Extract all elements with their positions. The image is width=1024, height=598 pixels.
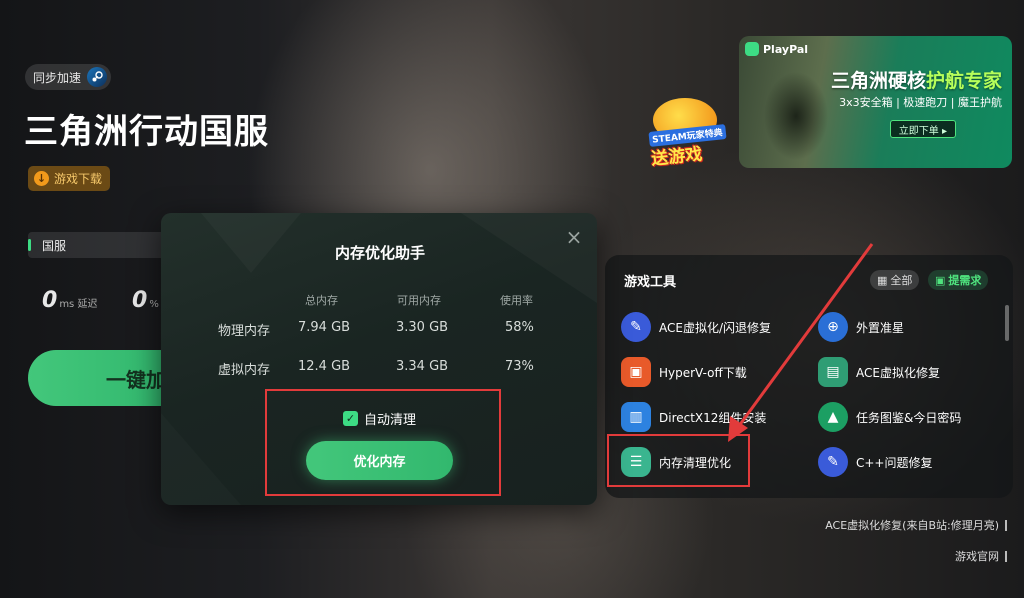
playpal-ad-banner[interactable]: PlayPal 三角洲硬核护航专家 3x3安全箱 | 极速跑刀 | 魔王护航 立… [739, 36, 1012, 168]
download-icon: ↓ [34, 171, 49, 186]
header-available: 可用内存 [397, 294, 441, 307]
playpal-brand-text: PlayPal [763, 42, 809, 56]
row-physical-available: 3.30 GB [396, 320, 449, 335]
tools-request-label: 提需求 [948, 274, 982, 287]
ad-subtitle: 3x3安全箱 | 极速跑刀 | 魔王护航 [839, 96, 1002, 109]
package-icon: ▥ [621, 402, 651, 432]
soldier-image [751, 56, 837, 168]
ad-headline: 三角洲硬核护航专家 [831, 66, 1002, 93]
sync-label: 同步加速 [33, 70, 82, 85]
tools-request-button[interactable]: ▣ 提需求 [928, 270, 989, 290]
row-virtual-total: 12.4 GB [298, 359, 351, 374]
row-virtual-label: 虚拟内存 [218, 363, 271, 378]
tool-cpp-fix[interactable]: ✎ C++问题修复 [818, 447, 933, 477]
game-download-button[interactable]: ↓ 游戏下载 [28, 166, 111, 191]
ad-order-button[interactable]: 立即下单 ▸ [889, 120, 956, 138]
row-physical-label: 物理内存 [218, 324, 271, 339]
ad-headline-b: 护航专家 [925, 70, 1002, 92]
game-title: 三角洲行动国服 [24, 112, 269, 152]
row-virtual-usage: 73% [505, 359, 534, 374]
ad-headline-a: 三角洲硬核 [830, 70, 926, 92]
tools-scrollbar[interactable] [1005, 305, 1009, 341]
footer-link-official-site[interactable]: 游戏官网 [955, 548, 1007, 564]
download-box-icon: ▣ [621, 357, 651, 387]
playpal-brand: PlayPal [745, 42, 808, 56]
dialog-title: 内存优化助手 [334, 244, 425, 262]
tool-label: C++问题修复 [856, 455, 933, 470]
header-total: 总内存 [305, 294, 338, 307]
divider [1005, 550, 1007, 562]
latency-value: 0 [42, 288, 58, 313]
sync-accelerate-toggle[interactable]: 同步加速 [25, 64, 112, 90]
tools-all-label: 全部 [890, 274, 913, 287]
row-physical-total: 7.94 GB [298, 320, 351, 335]
loss-unit: % [149, 299, 159, 310]
latency-stat: 0 ms 延迟 [42, 288, 97, 313]
header-usage: 使用率 [500, 294, 533, 307]
playpal-logo-icon [745, 42, 759, 56]
annotation-highlight-box [265, 389, 501, 496]
wrench-icon: ✎ [621, 312, 651, 342]
row-virtual-available: 3.34 GB [396, 359, 449, 374]
loss-value: 0 [132, 288, 148, 313]
tools-title: 游戏工具 [624, 275, 677, 290]
promo-line2: 送游戏 [650, 144, 704, 170]
latency-unit: ms 延迟 [59, 299, 98, 310]
close-icon[interactable]: × [564, 227, 584, 248]
row-physical-usage: 58% [505, 320, 534, 335]
download-label: 游戏下载 [54, 172, 103, 186]
annotation-arrow [728, 243, 874, 442]
divider [1005, 519, 1007, 531]
steam-icon [87, 67, 108, 87]
loss-stat: 0 % [132, 288, 159, 313]
steam-promo-badge[interactable]: STEAM玩家特典 送游戏 [645, 98, 729, 170]
footer-link-text: ACE虚拟化修复(来自B站:修理月亮) [825, 519, 999, 532]
wrench-icon: ✎ [818, 447, 848, 477]
request-icon: ▣ [935, 273, 946, 287]
footer-link-ace-fix[interactable]: ACE虚拟化修复(来自B站:修理月亮) [825, 517, 1007, 533]
footer-link-text: 游戏官网 [955, 550, 999, 563]
